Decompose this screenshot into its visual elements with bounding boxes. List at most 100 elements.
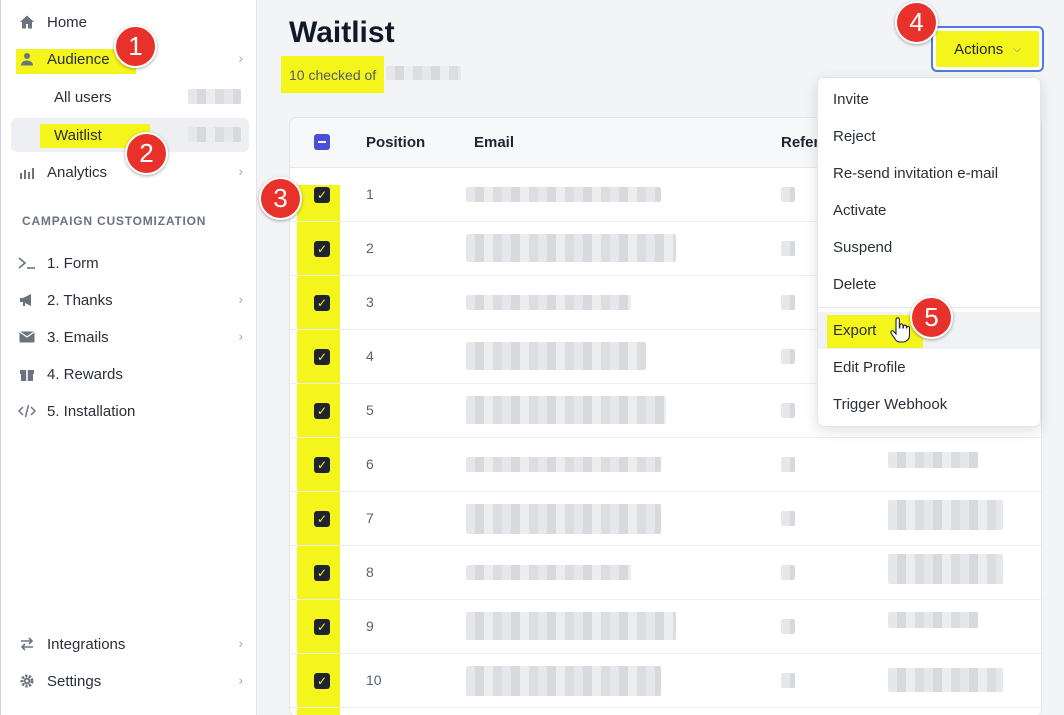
row-checkbox[interactable]: ✓ (314, 565, 330, 581)
redacted-value (888, 452, 978, 468)
table-row[interactable]: ✓ 10 (290, 654, 1041, 708)
checked-count-text: 10 checked of (289, 66, 377, 83)
page-title: Waitlist (289, 16, 395, 49)
position-cell: 6 (366, 456, 374, 472)
position-cell: 4 (366, 348, 374, 364)
redacted-email (466, 565, 631, 580)
table-row[interactable]: ✓ 7 (290, 492, 1041, 546)
row-checkbox[interactable]: ✓ (314, 403, 330, 419)
sidebar-item-label: 4. Rewards (47, 365, 123, 383)
step-marker-1: 1 (114, 25, 157, 68)
position-cell: 7 (366, 510, 374, 526)
row-checkbox[interactable]: ✓ (314, 511, 330, 527)
sidebar-item-form[interactable]: 1. Form (11, 246, 249, 280)
analytics-icon (18, 163, 36, 181)
select-all-checkbox[interactable] (314, 134, 330, 150)
column-referrals[interactable]: Refer (781, 134, 819, 151)
redacted-value (888, 554, 1003, 584)
position-cell: 1 (366, 186, 374, 202)
chevron-down-icon: ⌵ (1013, 43, 1021, 55)
position-cell: 2 (366, 240, 374, 256)
sidebar-item-emails[interactable]: 3. Emails › (11, 320, 249, 354)
step-marker-4: 4 (895, 1, 938, 44)
position-cell: 3 (366, 294, 374, 310)
sidebar-item-label: 2. Thanks (47, 291, 113, 309)
code-icon (18, 402, 36, 420)
redacted-count (188, 89, 241, 104)
menu-item-activate[interactable]: Activate (818, 192, 1040, 229)
position-cell: 10 (366, 672, 382, 688)
megaphone-icon (18, 291, 36, 309)
redacted-email (466, 187, 661, 202)
chevron-right-icon: › (238, 163, 243, 179)
redacted-value (888, 612, 978, 628)
redacted-referrals (781, 241, 795, 256)
menu-item-invite[interactable]: Invite (818, 81, 1040, 118)
row-checkbox[interactable]: ✓ (314, 295, 330, 311)
mail-icon (18, 328, 36, 346)
column-position[interactable]: Position (366, 134, 425, 151)
chevron-right-icon: › (238, 50, 243, 66)
menu-item-resend-invitation[interactable]: Re-send invitation e-mail (818, 155, 1040, 192)
gear-icon (18, 672, 36, 690)
step-marker-3: 3 (259, 177, 302, 220)
redacted-count (188, 127, 241, 142)
sidebar-item-rewards[interactable]: 4. Rewards (11, 357, 249, 391)
row-checkbox[interactable]: ✓ (314, 349, 330, 365)
position-cell: 9 (366, 618, 374, 634)
sidebar-item-label: Settings (47, 672, 102, 690)
chevron-right-icon: › (238, 291, 243, 307)
sidebar-item-installation[interactable]: 5. Installation (11, 394, 249, 428)
table-row[interactable]: ✓ 9 (290, 600, 1041, 654)
sidebar-item-thanks[interactable]: 2. Thanks › (11, 283, 249, 317)
sidebar-item-label: 5. Installation (47, 402, 136, 420)
row-checkbox[interactable]: ✓ (314, 457, 330, 473)
user-icon (18, 50, 36, 68)
table-row[interactable]: ✓ 6 (290, 438, 1041, 492)
redacted-referrals (781, 295, 795, 310)
redacted-email (466, 504, 661, 534)
sidebar-item-integrations[interactable]: Integrations › (11, 627, 249, 661)
home-icon (18, 13, 36, 31)
row-checkbox[interactable]: ✓ (314, 673, 330, 689)
redacted-referrals (781, 403, 795, 418)
menu-item-trigger-webhook[interactable]: Trigger Webhook (818, 386, 1040, 423)
redacted-referrals (781, 511, 795, 526)
row-checkbox[interactable]: ✓ (314, 187, 330, 203)
actions-button[interactable]: Actions ⌵ (931, 26, 1044, 72)
redacted-referrals (781, 349, 795, 364)
step-marker-5: 5 (910, 296, 953, 339)
sidebar-item-label: Analytics (47, 163, 108, 181)
redacted-email (466, 396, 666, 424)
sidebar-item-label: Waitlist (54, 126, 102, 144)
checked-count: 10 checked of (281, 56, 385, 93)
redacted-value (888, 668, 1003, 692)
menu-item-suspend[interactable]: Suspend (818, 229, 1040, 266)
terminal-icon (18, 254, 36, 272)
menu-item-reject[interactable]: Reject (818, 118, 1040, 155)
chevron-right-icon: › (238, 328, 243, 344)
sidebar-item-label: All users (54, 88, 112, 106)
row-checkbox[interactable]: ✓ (314, 241, 330, 257)
redacted-email (466, 612, 676, 640)
row-checkbox[interactable]: ✓ (314, 619, 330, 635)
actions-menu: Invite Reject Re-send invitation e-mail … (817, 77, 1041, 427)
redacted-value (888, 500, 1003, 530)
position-cell: 8 (366, 564, 374, 580)
redacted-referrals (781, 187, 795, 202)
sidebar-item-settings[interactable]: Settings › (11, 664, 249, 698)
table-row[interactable]: ✓ 8 (290, 546, 1041, 600)
menu-item-edit-profile[interactable]: Edit Profile (818, 349, 1040, 386)
actions-label: Actions (954, 40, 1004, 58)
column-email[interactable]: Email (474, 134, 514, 151)
section-label: CAMPAIGN CUSTOMIZATION (22, 214, 207, 228)
sidebar-item-label: Audience (47, 50, 110, 68)
swap-arrows-icon (18, 635, 36, 653)
redacted-referrals (781, 565, 795, 580)
sidebar-item-label: 1. Form (47, 254, 99, 272)
redacted-email (466, 295, 631, 310)
redacted-email (466, 457, 661, 472)
redacted-email (466, 234, 676, 262)
sidebar-item-label: 3. Emails (47, 328, 109, 346)
step-marker-2: 2 (125, 132, 168, 175)
